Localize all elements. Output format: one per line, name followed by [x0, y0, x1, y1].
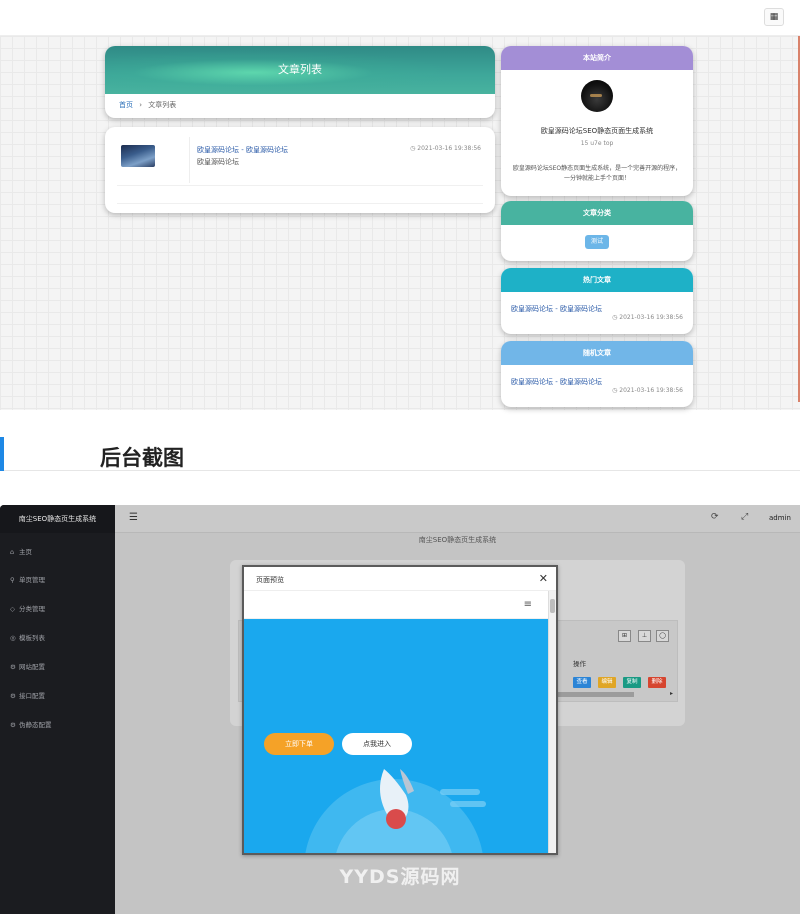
- random-articles-card: 随机文章 欧皇源码论坛 - 欧皇源码论坛 ◷ 2021-03-16 19:38:…: [501, 341, 693, 407]
- avatar: [581, 80, 613, 112]
- refresh-icon[interactable]: ⟳: [711, 512, 719, 522]
- modal-header: 页面预览 ✕: [244, 567, 556, 591]
- category-card: 文章分类 测试: [501, 201, 693, 261]
- menu-icon[interactable]: ≡: [524, 599, 532, 610]
- breadcrumb-home[interactable]: 首页: [119, 101, 133, 109]
- hot-article-date: ◷ 2021-03-16 19:38:56: [612, 314, 683, 321]
- sidebar-item-label: 分类管理: [19, 605, 45, 613]
- site-intro-header: 本站简介: [501, 46, 693, 70]
- article-list-header-card: 文章列表 首页 › 文章列表: [105, 46, 495, 118]
- random-article-link[interactable]: 欧皇源码论坛 - 欧皇源码论坛: [511, 377, 602, 387]
- site-intro-card: 本站简介 欧皇源码论坛SEO静态页面生成系统 15 u7e top 欧皇源码论坛…: [501, 46, 693, 196]
- table-tool-button[interactable]: ⊥: [638, 630, 651, 642]
- sidebar-item-label: 伪静态配置: [19, 721, 52, 729]
- divider: [189, 137, 190, 183]
- preview-hero: 立即下单 点我进入: [244, 619, 548, 853]
- table-tool-button[interactable]: ⊞: [618, 630, 631, 642]
- frontend-screenshot: ▦ 文章列表 首页 › 文章列表 欧皇源码论坛 - 欧皇源码论坛 欧皇源码论坛 …: [0, 0, 800, 410]
- section-divider: [4, 470, 800, 471]
- random-article-date: ◷ 2021-03-16 19:38:56: [612, 387, 683, 394]
- article-list-card: 欧皇源码论坛 - 欧皇源码论坛 欧皇源码论坛 ◷ 2021-03-16 19:3…: [105, 127, 495, 213]
- admin-header-title: 南尘SEO静态页生成系统: [418, 536, 497, 544]
- category-tag[interactable]: 测试: [585, 235, 609, 249]
- random-articles-header: 随机文章: [501, 341, 693, 365]
- frontend-topbar: ▦: [0, 0, 800, 36]
- breadcrumb-separator: ›: [139, 101, 143, 109]
- admin-sidebar: 南尘SEO静态页生成系统 ⌂ 主页 ⚲ 单页管理 ◇ 分类管理 ◎ 模板列表 ⚙ 网站配置 ⚙ 接口配…: [0, 505, 115, 914]
- hot-articles-card: 热门文章 欧皇源码论坛 - 欧皇源码论坛 ◷ 2021-03-16 19:38:…: [501, 268, 693, 334]
- row-action-button[interactable]: 查看: [573, 677, 591, 688]
- section-accent-bar: [0, 437, 4, 471]
- hamburger-icon[interactable]: ☰: [129, 512, 138, 523]
- divider: [117, 203, 483, 204]
- close-icon[interactable]: ✕: [539, 572, 548, 585]
- site-subtitle: 15 u7e top: [580, 140, 614, 147]
- article-subtitle: 欧皇源码论坛: [197, 158, 239, 166]
- admin-topbar: ☰ ⟳ ⤢ admin: [115, 505, 800, 533]
- sidebar-item-label: 网站配置: [19, 663, 45, 671]
- article-list-title: 文章列表: [278, 63, 322, 76]
- preview-navbar: ≡: [244, 591, 548, 619]
- row-action-button[interactable]: 复制: [623, 677, 641, 688]
- home-icon: ⌂: [10, 548, 15, 556]
- grid-menu-icon[interactable]: ▦: [764, 8, 784, 26]
- article-title-link[interactable]: 欧皇源码论坛 - 欧皇源码论坛: [197, 145, 288, 155]
- table-tool-button[interactable]: ◯: [656, 630, 669, 642]
- site-name: 欧皇源码论坛SEO静态页面生成系统: [540, 127, 654, 135]
- sidebar-item-label: 模板列表: [19, 634, 45, 642]
- modal-scrollbar[interactable]: [548, 591, 556, 853]
- scrollbar-thumb[interactable]: [550, 599, 555, 613]
- sidebar-item[interactable]: ◎ 模板列表: [10, 632, 45, 642]
- fullscreen-icon[interactable]: ⤢: [741, 512, 748, 522]
- breadcrumb-current: 文章列表: [148, 101, 177, 109]
- hot-article-link[interactable]: 欧皇源码论坛 - 欧皇源码论坛: [511, 304, 602, 314]
- page-root: ▦ 文章列表 首页 › 文章列表 欧皇源码论坛 - 欧皇源码论坛 欧皇源码论坛 …: [0, 0, 800, 914]
- sidebar-item[interactable]: ◇ 分类管理: [10, 603, 45, 613]
- admin-user[interactable]: admin: [769, 514, 791, 522]
- tool-icon: ⚙: [10, 721, 16, 729]
- sidebar-item[interactable]: ⚙ 接口配置: [10, 690, 45, 700]
- tag-icon: ◇: [10, 605, 15, 613]
- hot-articles-header: 热门文章: [501, 268, 693, 292]
- page-preview-modal: 页面预览 ✕ ≡ 立即下单 点我进入: [242, 565, 558, 855]
- breadcrumb: 首页 › 文章列表: [119, 100, 176, 110]
- row-action-button[interactable]: 编辑: [598, 677, 616, 688]
- section-title: 后台截图: [100, 446, 184, 470]
- watermark: YYDS源码网: [339, 866, 461, 888]
- sidebar-item-label: 接口配置: [19, 692, 45, 700]
- sidebar-item-label: 单页管理: [19, 576, 45, 584]
- divider: [117, 185, 483, 186]
- sidebar-item[interactable]: ⚙ 伪静态配置: [10, 719, 52, 729]
- article-thumbnail[interactable]: [121, 145, 155, 167]
- user-icon: ⚲: [10, 576, 15, 584]
- gear-icon: ⚙: [10, 663, 16, 671]
- sidebar-item-label: 主页: [19, 548, 32, 556]
- admin-screenshot: 南尘SEO静态页生成系统 ⌂ 主页 ⚲ 单页管理 ◇ 分类管理 ◎ 模板列表 ⚙ 网站配置 ⚙ 接口配…: [0, 505, 800, 914]
- list-icon: ◎: [10, 634, 16, 642]
- rocket-illustration: [305, 769, 486, 853]
- site-description: 欧皇源码论坛SEO静态页面生成系统，是一个完善开源的程序，一分钟就能上手个页面！: [512, 165, 682, 182]
- sidebar-item[interactable]: ⚲ 单页管理: [10, 574, 45, 584]
- sidebar-item[interactable]: ⌂ 主页: [10, 546, 32, 556]
- sidebar-item[interactable]: ⚙ 网站配置: [10, 661, 45, 671]
- modal-title: 页面预览: [256, 576, 284, 584]
- operation-column-header: 操作: [573, 660, 586, 668]
- row-action-button[interactable]: 删除: [648, 677, 666, 688]
- article-date: ◷ 2021-03-16 19:38:56: [410, 145, 481, 152]
- scroll-right-icon[interactable]: ▸: [670, 690, 673, 697]
- admin-brand: 南尘SEO静态页生成系统: [0, 505, 115, 533]
- settings-icon: ⚙: [10, 692, 16, 700]
- category-header: 文章分类: [501, 201, 693, 225]
